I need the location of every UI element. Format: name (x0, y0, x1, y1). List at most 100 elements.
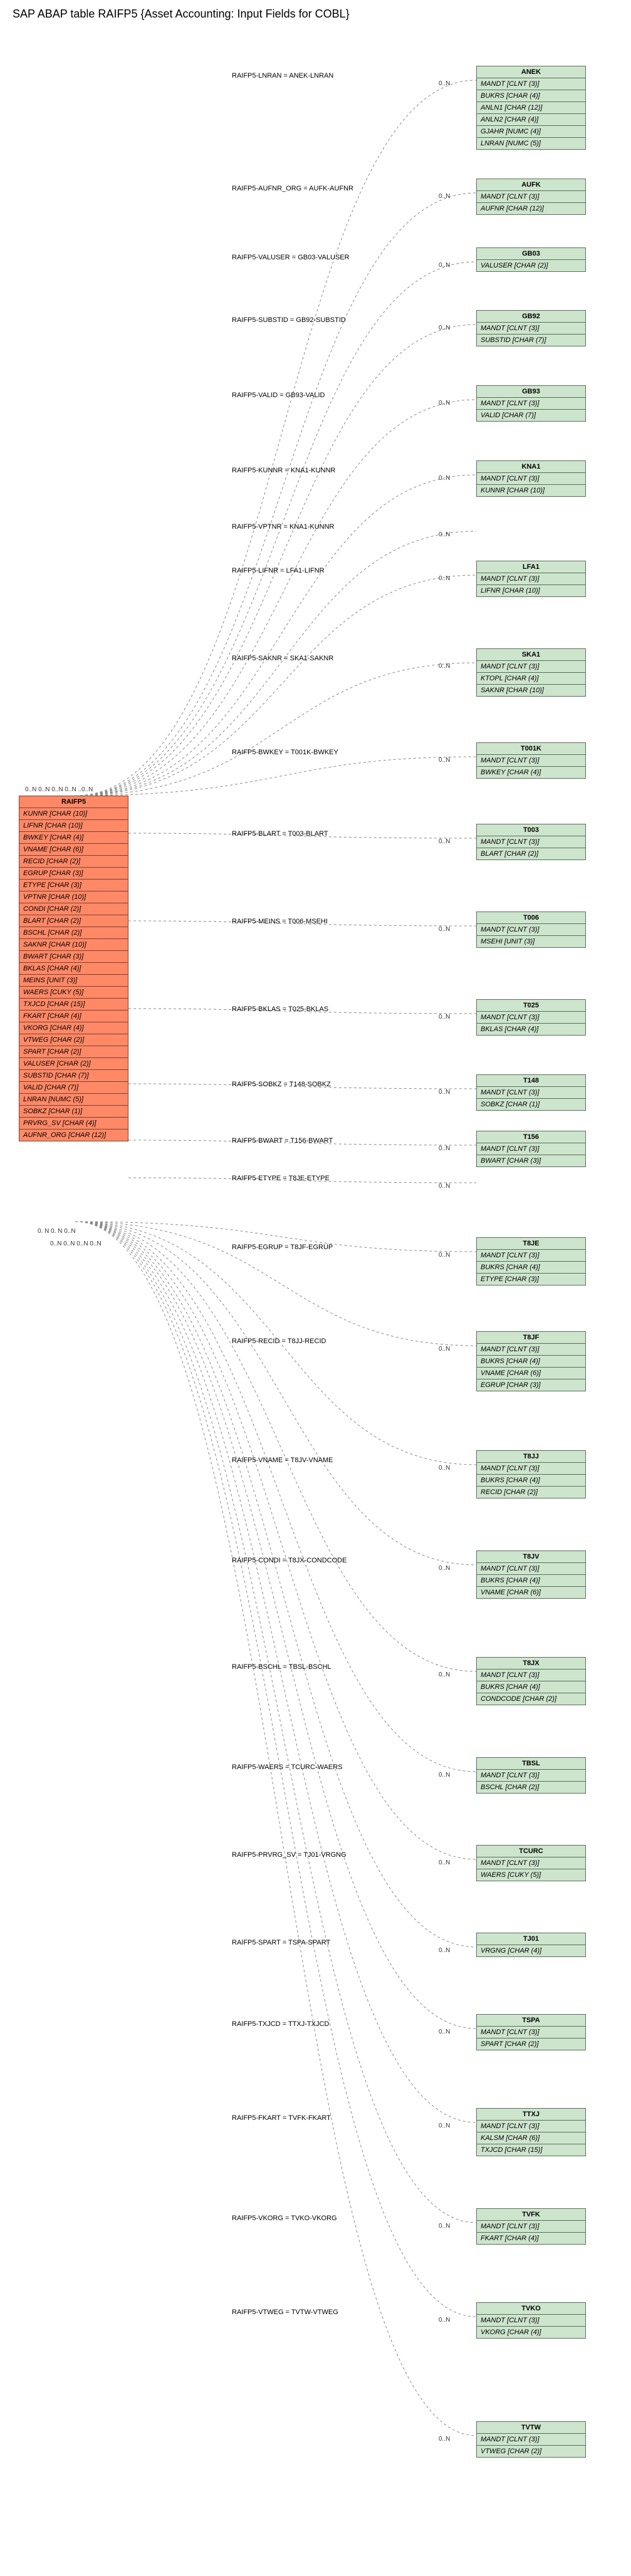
entity-header: TCURC (476, 1845, 586, 1857)
field-row: KALSM [CHAR (6)] (476, 2132, 586, 2144)
field-row: SAKNR [CHAR (10)] (476, 685, 586, 697)
field-row: MANDT [CLNT (3)] (476, 398, 586, 410)
field-row: RECID [CHAR (2)] (476, 1487, 586, 1498)
edge-label: RAIFP5-BLART = T003-BLART (232, 830, 328, 838)
entity-header: TVFK (476, 2208, 586, 2221)
cardinality-label: 0..N (439, 926, 450, 933)
cardinality-label: 0..N (439, 2122, 450, 2129)
field-row: BWART [CHAR (3)] (19, 951, 128, 963)
entity-raifp5: RAIFP5 KUNNR [CHAR (10)]LIFNR [CHAR (10)… (19, 796, 128, 1141)
entity-header: T8JJ (476, 1450, 586, 1463)
field-row: ETYPE [CHAR (3)] (476, 1274, 586, 1285)
field-row: SOBKZ [CHAR (1)] (476, 1099, 586, 1111)
entity-lfa1: LFA1MANDT [CLNT (3)]LIFNR [CHAR (10)] (476, 561, 586, 597)
field-row: VKORG [CHAR (4)] (476, 2327, 586, 2339)
cardinality-label: 0..N (439, 757, 450, 764)
field-row: BUKRS [CHAR (4)] (476, 1262, 586, 1274)
entity-header: T001K (476, 742, 586, 755)
entity-tvfk: TVFKMANDT [CLNT (3)]FKART [CHAR (4)] (476, 2208, 586, 2245)
cardinality-labels-bottom: 0. N 0. N 0..N (38, 1228, 76, 1235)
field-row: VALUSER [CHAR (2)] (19, 1058, 128, 1070)
field-row: BUKRS [CHAR (4)] (476, 90, 586, 102)
field-row: MANDT [CLNT (3)] (476, 2121, 586, 2132)
field-row: BUKRS [CHAR (4)] (476, 1681, 586, 1693)
cardinality-label: 0..N (439, 663, 450, 670)
entity-header: T006 (476, 911, 586, 924)
cardinality-label: 0..N (439, 1346, 450, 1353)
field-row: VALID [CHAR (7)] (19, 1082, 128, 1094)
entity-header: T8JV (476, 1550, 586, 1563)
edge-label: RAIFP5-VKORG = TVKO-VKORG (232, 2215, 337, 2222)
field-row: EGRUP [CHAR (3)] (19, 868, 128, 880)
edge-label: RAIFP5-FKART = TVFK-FKART (232, 2114, 331, 2122)
field-row: BSCHL [CHAR (2)] (19, 927, 128, 939)
entity-header: TBSL (476, 1757, 586, 1770)
field-row: MANDT [CLNT (3)] (476, 1670, 586, 1681)
field-row: KTOPL [CHAR (4)] (476, 673, 586, 685)
field-row: BWKEY [CHAR (4)] (19, 832, 128, 844)
entity-header: T8JF (476, 1331, 586, 1344)
page-title: SAP ABAP table RAIFP5 {Asset Accounting:… (13, 8, 350, 21)
edge-label: RAIFP5-SAKNR = SKA1-SAKNR (232, 655, 333, 662)
cardinality-label: 0..N (439, 1947, 450, 1954)
entity-header: T148 (476, 1074, 586, 1087)
entity-t8jx: T8JXMANDT [CLNT (3)]BUKRS [CHAR (4)]COND… (476, 1657, 586, 1705)
edge-label: RAIFP5-CONDI = T8JX-CONDCODE (232, 1557, 347, 1564)
edge-label: RAIFP5-SOBKZ = T148-SOBKZ (232, 1081, 331, 1088)
field-row: VKORG [CHAR (4)] (19, 1022, 128, 1034)
field-row: MSEHI [UNIT (3)] (476, 936, 586, 948)
field-row: MANDT [CLNT (3)] (476, 755, 586, 767)
entity-tvko: TVKOMANDT [CLNT (3)]VKORG [CHAR (4)] (476, 2302, 586, 2339)
field-row: SPART [CHAR (2)] (19, 1046, 128, 1058)
cardinality-label: 0..N (439, 1671, 450, 1678)
field-row: VNAME [CHAR (6)] (476, 1587, 586, 1599)
field-row: SUBSTID [CHAR (7)] (476, 335, 586, 346)
entity-gb93: GB93MANDT [CLNT (3)]VALID [CHAR (7)] (476, 385, 586, 422)
entity-t001k: T001KMANDT [CLNT (3)]BWKEY [CHAR (4)] (476, 742, 586, 779)
field-row: VTWEG [CHAR (2)] (19, 1034, 128, 1046)
entity-header: TSPA (476, 2014, 586, 2027)
entity-header: TVKO (476, 2302, 586, 2315)
field-row: BUKRS [CHAR (4)] (476, 1356, 586, 1368)
edge-label: RAIFP5-EGRUP = T8JF-EGRUP (232, 1244, 333, 1251)
edge-label: RAIFP5-PRVRG_SV = TJ01-VRGNG (232, 1851, 347, 1859)
cardinality-label: 0..N (439, 838, 450, 845)
cardinality-label: 0..N (439, 575, 450, 582)
cardinality-label: 0..N (439, 325, 450, 331)
field-row: MANDT [CLNT (3)] (476, 836, 586, 848)
cardinality-label: 0..N (439, 1859, 450, 1866)
cardinality-label: 0..N (439, 1014, 450, 1021)
edge-label: RAIFP5-BWART = T156-BWART (232, 1137, 333, 1145)
field-row: MANDT [CLNT (3)] (476, 1012, 586, 1024)
field-row: RECID [CHAR (2)] (19, 856, 128, 868)
cardinality-label: 0..N (439, 531, 450, 538)
edge-label: RAIFP5-LIFNR = LFA1-LIFNR (232, 567, 325, 574)
field-row: VRGNG [CHAR (4)] (476, 1945, 586, 1957)
field-row: SUBSTID [CHAR (7)] (19, 1070, 128, 1082)
entity-t8je: T8JEMANDT [CLNT (3)]BUKRS [CHAR (4)]ETYP… (476, 1237, 586, 1285)
field-row: WAERS [CUKY (5)] (476, 1869, 586, 1881)
entity-header: KNA1 (476, 460, 586, 473)
edge-label: RAIFP5-BKLAS = T025-BKLAS (232, 1005, 328, 1013)
field-row: VNAME [CHAR (6)] (19, 844, 128, 856)
cardinality-label: 0..N (439, 400, 450, 407)
field-row: ANLN2 [CHAR (4)] (476, 114, 586, 126)
edge-label: RAIFP5-BSCHL = TBSL-BSCHL (232, 1663, 331, 1671)
entity-header: GB03 (476, 247, 586, 260)
field-row: MANDT [CLNT (3)] (476, 1463, 586, 1475)
entity-aufk: AUFKMANDT [CLNT (3)]AUFNR [CHAR (12)] (476, 179, 586, 215)
cardinality-label: 0..N (439, 2436, 450, 2443)
entity-header: SKA1 (476, 648, 586, 661)
entity-header: TJ01 (476, 1933, 586, 1945)
cardinality-labels-top: 0..N 0..N 0..N 0..N ..0..N (25, 786, 93, 793)
entity-header: ANEK (476, 66, 586, 78)
field-row: MANDT [CLNT (3)] (476, 1250, 586, 1262)
field-row: FKART [CHAR (4)] (19, 1010, 128, 1022)
entity-t8jf: T8JFMANDT [CLNT (3)]BUKRS [CHAR (4)]VNAM… (476, 1331, 586, 1391)
entity-t006: T006MANDT [CLNT (3)]MSEHI [UNIT (3)] (476, 911, 586, 948)
field-row: MANDT [CLNT (3)] (476, 1770, 586, 1782)
entity-header: T8JE (476, 1237, 586, 1250)
cardinality-label: 0..N (439, 1252, 450, 1259)
field-row: MANDT [CLNT (3)] (476, 78, 586, 90)
entity-tj01: TJ01VRGNG [CHAR (4)] (476, 1933, 586, 1957)
